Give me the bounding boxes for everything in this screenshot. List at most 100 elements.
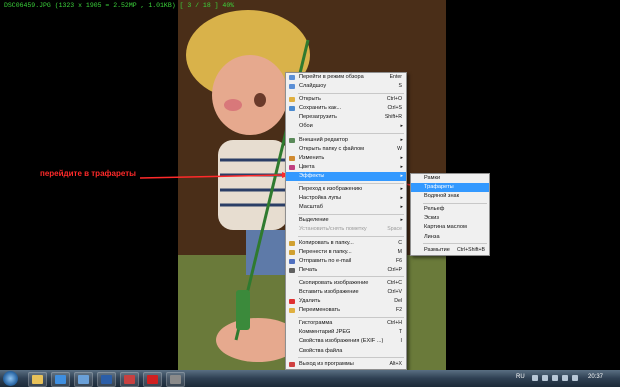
effects-submenu: Рамки Трафареты Водяной знак Рельеф Эскиз Кар… [410, 173, 490, 256]
menu-item[interactable]: Водяной знак [411, 192, 489, 201]
taskbar-button[interactable] [166, 372, 185, 387]
menu-separator [423, 243, 487, 245]
menu-item-shortcut: Ctrl+Shift+B [457, 246, 485, 253]
annotation-text: перейдите в трафареты [40, 169, 136, 178]
menu-item-label: Слайдшоу [299, 83, 327, 90]
menu-item-label: Масштаб [299, 204, 323, 211]
language-indicator[interactable]: RU [516, 374, 525, 380]
menu-item[interactable]: Слайдшоу S [286, 82, 406, 91]
menu-item[interactable]: Размытие Ctrl+Shift+B [411, 246, 489, 255]
menu-separator [423, 202, 487, 204]
menu-item-label: Эффекты [299, 172, 325, 179]
menu-item-label: Изменить [299, 154, 325, 161]
menu-item-icon [289, 97, 295, 103]
menu-item-label: Комментарий JPEG [299, 329, 351, 336]
tray-icon[interactable] [552, 375, 558, 381]
menu-item-icon [289, 249, 295, 255]
menu-item-label: Размытие [424, 246, 450, 253]
menu-item[interactable]: Трафареты [411, 183, 489, 193]
photoshop-icon [101, 375, 112, 384]
menu-item-icon [289, 267, 295, 273]
menu-item[interactable]: Рамки [411, 174, 489, 183]
menu-separator [298, 316, 404, 318]
menu-item[interactable]: Гистограмма Ctrl+H [286, 319, 406, 328]
menu-item[interactable]: Переход к изображению ▸ [286, 185, 406, 194]
submenu-arrow-icon: ▸ [400, 123, 403, 130]
menu-item[interactable]: Копировать в папку... C [286, 239, 406, 248]
tray-icon[interactable] [562, 375, 568, 381]
menu-item[interactable]: Выход из программы Alt+X [286, 360, 406, 369]
menu-item[interactable]: Открыть папку с файлом W [286, 145, 406, 154]
menu-item[interactable]: Перейти в режим обзора Enter [286, 73, 406, 82]
menu-item-icon [289, 155, 295, 161]
menu-separator [298, 92, 404, 94]
menu-item[interactable]: Комментарий JPEG T [286, 328, 406, 337]
menu-item[interactable]: Вставить изображение Ctrl+V [286, 288, 406, 297]
tray-icon[interactable] [532, 375, 538, 381]
menu-item-shortcut: Ctrl+O [386, 96, 402, 103]
menu-item-label: Переименовать [299, 307, 341, 314]
menu-item-label: Свойства изображения (EXIF ...) [299, 338, 384, 345]
menu-item[interactable]: Скопировать изображение Ctrl+C [286, 279, 406, 288]
menu-item[interactable]: Эскиз [411, 214, 489, 223]
menu-item[interactable]: Открыть Ctrl+O [286, 95, 406, 104]
menu-item[interactable]: Цвета ▸ [286, 163, 406, 172]
clock[interactable]: 20:37 [588, 374, 603, 380]
menu-item[interactable]: Выделение ▸ [286, 216, 406, 225]
menu-item-icon [289, 240, 295, 246]
menu-item-shortcut: Shift+R [384, 114, 402, 121]
menu-item-icon [289, 258, 295, 264]
menu-item[interactable]: Обои ▸ [286, 122, 406, 131]
menu-item[interactable]: Масштаб ▸ [286, 203, 406, 212]
submenu-arrow-icon: ▸ [400, 204, 403, 211]
menu-item[interactable]: Картина маслом [411, 223, 489, 232]
menu-item-label: Выделение [299, 217, 329, 224]
ie-icon [55, 375, 66, 384]
menu-item-icon [289, 106, 295, 112]
menu-item[interactable]: Рельеф [411, 205, 489, 214]
tray-icon[interactable] [542, 375, 548, 381]
menu-item[interactable]: Сохранить как... Ctrl+S [286, 104, 406, 113]
menu-item-label: Настройка лупы [299, 195, 342, 202]
menu-separator [298, 213, 404, 215]
menu-item[interactable]: Свойства изображения (EXIF ...) I [286, 337, 406, 346]
taskbar-button[interactable] [120, 372, 139, 387]
taskbar-button[interactable] [97, 372, 116, 387]
menu-item: Установить/снять пометку Space [286, 225, 406, 234]
taskbar-button[interactable] [51, 372, 70, 387]
menu-item[interactable]: Настройка лупы ▸ [286, 194, 406, 203]
menu-item-shortcut: Ctrl+H [387, 320, 402, 327]
submenu-arrow-icon: ▸ [400, 154, 403, 161]
menu-item-label: Рельеф [424, 206, 445, 213]
menu-separator [298, 133, 404, 135]
taskbar-button[interactable] [143, 372, 162, 387]
taskbar-button[interactable] [74, 372, 93, 387]
menu-item[interactable]: Свойства файла [286, 347, 406, 356]
menu-item[interactable]: Изменить ▸ [286, 154, 406, 163]
menu-item[interactable]: Перезагрузить Shift+R [286, 113, 406, 122]
menu-item[interactable]: Удалить Del [286, 297, 406, 306]
menu-item-shortcut: Ctrl+P [387, 266, 402, 273]
menu-item-label: Эскиз [424, 215, 439, 222]
menu-item[interactable]: Отправить по e-mail F6 [286, 257, 406, 266]
menu-separator [298, 357, 404, 359]
menu-item-shortcut: Del [394, 298, 402, 305]
menu-item-label: Открыть [299, 96, 321, 103]
menu-item[interactable]: Перенести в папку... M [286, 248, 406, 257]
menu-item[interactable]: Линза [411, 233, 489, 242]
submenu-arrow-icon: ▸ [400, 195, 403, 202]
start-button[interactable] [3, 371, 18, 386]
menu-item-shortcut: M [397, 248, 402, 255]
submenu-arrow-icon: ▸ [400, 136, 403, 143]
menu-item[interactable]: Внешний редактор ▸ [286, 136, 406, 145]
menu-item-icon [289, 299, 295, 305]
menu-item-label: Сохранить как... [299, 105, 342, 112]
menu-item-shortcut: C [398, 239, 402, 246]
tray-icon[interactable] [572, 375, 578, 381]
taskbar-button[interactable] [28, 372, 47, 387]
menu-item[interactable]: Переименовать F2 [286, 306, 406, 315]
menu-item[interactable]: Эффекты ▸ [286, 171, 406, 182]
menu-separator [298, 236, 404, 237]
menu-item-icon [289, 75, 295, 80]
menu-item[interactable]: Печать Ctrl+P [286, 266, 406, 275]
